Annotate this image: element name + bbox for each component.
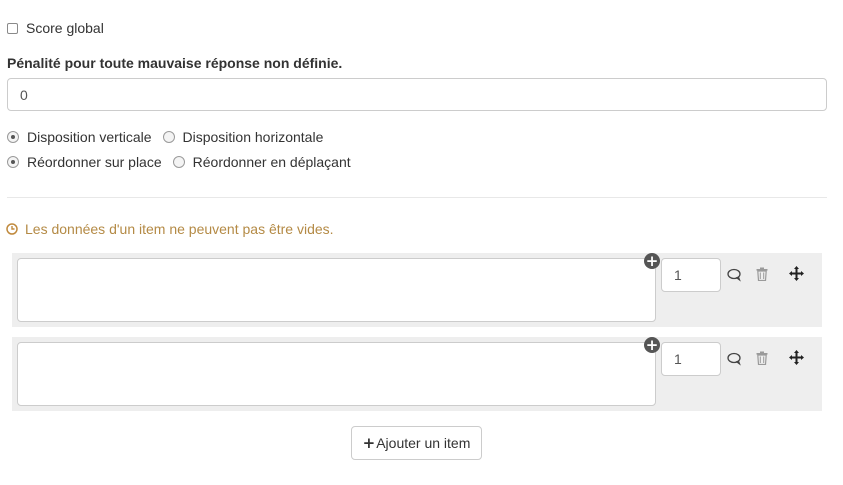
clock-icon	[6, 223, 18, 235]
radio-vertical-layout-label[interactable]: Disposition verticale	[27, 129, 152, 145]
radio-vertical-layout[interactable]	[7, 131, 19, 143]
score-global-row[interactable]: Score global	[7, 19, 104, 37]
add-item-button[interactable]: + Ajouter un item	[351, 426, 482, 460]
item-row: + 1	[12, 253, 822, 327]
item-text-editor[interactable]	[17, 342, 656, 406]
reorder-options: Réordonner sur place Réordonner en dépla…	[7, 153, 351, 171]
trash-icon[interactable]	[756, 351, 768, 366]
radio-reorder-in-place-label[interactable]: Réordonner sur place	[27, 154, 162, 170]
radio-reorder-in-place[interactable]	[7, 156, 19, 168]
validation-warning-text: Les données d'un item ne peuvent pas êtr…	[25, 221, 334, 237]
item-score-input[interactable]: 1	[661, 258, 721, 292]
penalty-input[interactable]: 0	[7, 78, 827, 111]
radio-reorder-by-moving-label[interactable]: Réordonner en déplaçant	[193, 154, 351, 170]
trash-icon[interactable]	[756, 267, 768, 282]
add-feedback-plus-icon[interactable]: +	[644, 253, 660, 269]
comment-icon[interactable]	[727, 268, 743, 282]
score-global-label: Score global	[26, 20, 104, 36]
add-feedback-plus-icon[interactable]: +	[644, 337, 660, 353]
move-icon[interactable]	[789, 266, 804, 281]
penalty-value: 0	[20, 86, 28, 103]
item-score-value: 1	[674, 267, 682, 283]
item-row: + 1	[12, 337, 822, 411]
divider	[7, 197, 827, 198]
item-score-value: 1	[674, 351, 682, 367]
move-icon[interactable]	[789, 350, 804, 365]
validation-warning: Les données d'un item ne peuvent pas êtr…	[6, 220, 334, 238]
comment-icon[interactable]	[727, 352, 743, 366]
layout-options: Disposition verticale Disposition horizo…	[7, 128, 323, 146]
add-item-button-label: Ajouter un item	[376, 435, 471, 451]
penalty-label: Pénalité pour toute mauvaise réponse non…	[7, 55, 343, 71]
radio-reorder-by-moving[interactable]	[172, 156, 185, 168]
score-global-checkbox[interactable]	[7, 22, 18, 34]
radio-horizontal-layout-label[interactable]: Disposition horizontale	[183, 129, 324, 145]
item-text-editor[interactable]	[17, 258, 656, 322]
item-score-input[interactable]: 1	[661, 342, 721, 376]
plus-icon: +	[362, 434, 376, 452]
radio-horizontal-layout[interactable]	[162, 131, 175, 143]
